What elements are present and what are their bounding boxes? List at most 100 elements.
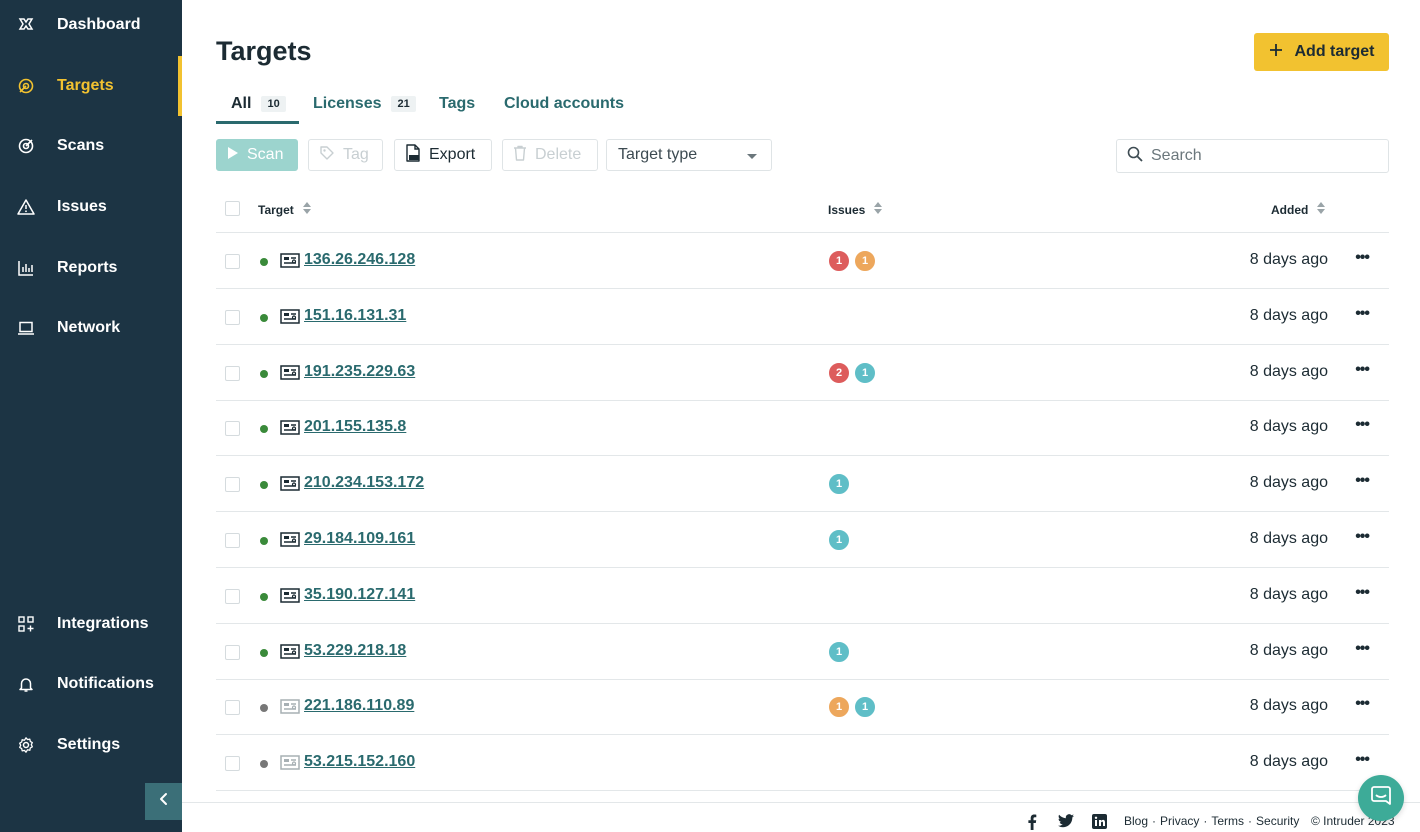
sidebar-item-network[interactable]: Network <box>0 305 182 351</box>
status-dot <box>260 704 268 713</box>
row-checkbox[interactable] <box>225 533 240 548</box>
issue-count-badge[interactable]: 1 <box>854 250 876 272</box>
footer-links: Blog · Privacy · Terms · Security <box>1124 814 1299 828</box>
more-options-icon[interactable]: ••• <box>1355 528 1370 546</box>
issues-cell: 11 <box>828 696 876 719</box>
linkedin-icon[interactable] <box>1092 814 1107 829</box>
issue-count-badge[interactable]: 1 <box>854 361 876 384</box>
target-link[interactable]: 221.186.110.89 <box>304 697 414 715</box>
sidebar-item-dashboard[interactable]: Dashboard <box>0 2 182 48</box>
target-link[interactable]: 35.190.127.141 <box>304 586 415 604</box>
facebook-icon[interactable] <box>1027 814 1037 830</box>
issue-count-badge[interactable]: 1 <box>828 473 850 496</box>
tab-label: Licenses <box>313 95 382 112</box>
issues-cell: 11 <box>828 250 876 272</box>
scans-icon <box>17 137 35 155</box>
issue-count-badge[interactable]: 1 <box>828 250 850 272</box>
collapse-sidebar-button[interactable] <box>145 783 182 820</box>
column-header-label: Added <box>1271 202 1309 217</box>
tag-button[interactable]: Tag <box>308 139 383 171</box>
export-label: Export <box>429 146 476 163</box>
column-header-issues[interactable]: Issues <box>828 201 883 218</box>
sidebar-item-scans[interactable]: Scans <box>0 123 182 169</box>
more-options-icon[interactable]: ••• <box>1355 361 1370 379</box>
tab-label: Cloud accounts <box>504 95 625 112</box>
more-options-icon[interactable]: ••• <box>1355 751 1370 769</box>
host-icon <box>280 532 300 553</box>
delete-button[interactable]: Delete <box>502 139 598 171</box>
issue-count-badge[interactable]: 1 <box>828 529 850 551</box>
sidebar-item-integrations[interactable]: Integrations <box>0 601 182 647</box>
sidebar: Dashboard Targets Scans Issues Reports N… <box>0 0 182 832</box>
tab-cloud-accounts[interactable]: Cloud accounts <box>504 95 624 113</box>
target-link[interactable]: 191.235.229.63 <box>304 363 415 381</box>
column-header-target[interactable]: Target <box>258 201 312 218</box>
twitter-icon[interactable] <box>1058 814 1074 828</box>
row-checkbox[interactable] <box>225 365 240 381</box>
row-checkbox[interactable] <box>225 644 240 660</box>
more-options-icon[interactable]: ••• <box>1355 695 1370 713</box>
row-checkbox[interactable] <box>225 309 240 325</box>
issue-count-badge[interactable]: 2 <box>828 361 850 384</box>
target-link[interactable]: 151.16.131.31 <box>304 307 406 325</box>
add-target-button[interactable]: Add target <box>1254 33 1389 71</box>
target-link[interactable]: 29.184.109.161 <box>304 530 415 548</box>
sidebar-item-settings[interactable]: Settings <box>0 722 182 768</box>
footer-link-terms[interactable]: Terms <box>1211 814 1244 828</box>
more-options-icon[interactable]: ••• <box>1355 305 1370 323</box>
added-date: 8 days ago <box>1249 530 1328 547</box>
row-checkbox[interactable] <box>225 756 240 772</box>
tab-all[interactable]: All 10 <box>231 95 286 113</box>
sidebar-item-issues[interactable]: Issues <box>0 184 182 230</box>
more-options-icon[interactable]: ••• <box>1355 584 1370 602</box>
sidebar-item-targets[interactable]: Targets <box>0 56 182 116</box>
sidebar-item-notifications[interactable]: Notifications <box>0 661 182 707</box>
more-options-icon[interactable]: ••• <box>1355 472 1370 490</box>
more-options-icon[interactable]: ••• <box>1355 416 1370 434</box>
tag-icon <box>319 145 335 166</box>
tab-licenses[interactable]: Licenses 21 <box>313 95 416 113</box>
gear-icon <box>17 736 35 754</box>
added-date: 8 days ago <box>1249 474 1328 492</box>
tab-tags[interactable]: Tags <box>439 95 475 113</box>
footer-link-privacy[interactable]: Privacy <box>1160 814 1199 828</box>
status-dot <box>260 592 268 601</box>
target-link[interactable]: 201.155.135.8 <box>304 418 406 436</box>
sidebar-item-label: Scans <box>57 137 105 154</box>
export-button[interactable]: Export <box>394 139 492 171</box>
target-link[interactable]: 53.229.218.18 <box>304 642 406 660</box>
search-box <box>1116 139 1389 173</box>
chat-button[interactable] <box>1358 775 1404 821</box>
row-checkbox[interactable] <box>225 254 240 269</box>
issue-count-badge[interactable]: 1 <box>828 696 850 719</box>
added-date: 8 days ago <box>1249 753 1328 771</box>
more-options-icon[interactable]: ••• <box>1355 249 1370 267</box>
target-link[interactable]: 136.26.246.128 <box>304 251 415 269</box>
sort-icon <box>302 201 312 218</box>
issue-count-badge[interactable]: 1 <box>828 640 850 663</box>
added-date: 8 days ago <box>1249 251 1328 268</box>
added-date: 8 days ago <box>1249 362 1328 380</box>
row-checkbox[interactable] <box>225 588 240 604</box>
sidebar-item-reports[interactable]: Reports <box>0 245 182 291</box>
trash-icon <box>513 145 527 166</box>
footer-link-security[interactable]: Security <box>1256 814 1299 828</box>
target-type-select[interactable]: Target type <box>606 139 772 171</box>
row-checkbox[interactable] <box>225 421 240 437</box>
chevron-left-icon <box>158 792 170 811</box>
caret-down-icon <box>747 154 757 159</box>
target-link[interactable]: 210.234.153.172 <box>304 474 424 492</box>
table-row: 35.190.127.141 8 days ago ••• <box>216 568 1389 624</box>
table-row: 29.184.109.161 1 8 days ago ••• <box>216 512 1389 568</box>
tag-label: Tag <box>343 146 369 163</box>
more-options-icon[interactable]: ••• <box>1355 640 1370 658</box>
row-checkbox[interactable] <box>225 700 240 716</box>
search-input[interactable] <box>1151 147 1371 165</box>
target-link[interactable]: 53.215.152.160 <box>304 753 415 771</box>
footer-link-blog[interactable]: Blog <box>1124 814 1148 828</box>
issue-count-badge[interactable]: 1 <box>854 696 876 719</box>
column-header-added[interactable]: Added <box>1271 201 1326 218</box>
select-all-checkbox[interactable] <box>225 201 240 216</box>
row-checkbox[interactable] <box>225 477 240 493</box>
scan-button[interactable]: Scan <box>216 139 298 171</box>
